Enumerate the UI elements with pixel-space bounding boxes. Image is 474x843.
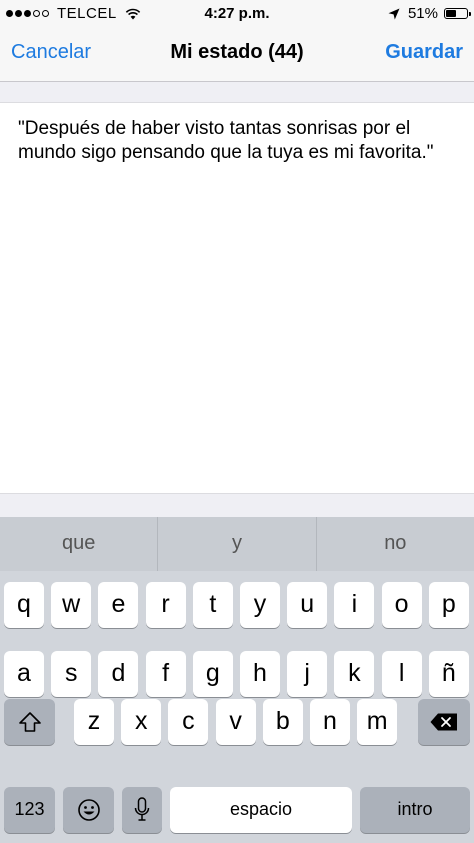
key-c[interactable]: c (168, 699, 209, 745)
suggestion-1[interactable]: que (0, 517, 157, 571)
signal-dot (42, 10, 49, 17)
predictive-bar: que y no (0, 517, 474, 571)
key-m[interactable]: m (357, 699, 398, 745)
signal-dot (6, 10, 13, 17)
key-w[interactable]: w (51, 582, 92, 628)
key-v[interactable]: v (215, 699, 256, 745)
key-f[interactable]: f (145, 651, 186, 697)
return-key-label: intro (397, 799, 433, 819)
space-key[interactable]: espacio (170, 787, 352, 833)
key-h[interactable]: h (240, 651, 280, 697)
battery-percent: 51% (407, 5, 438, 22)
key-i[interactable]: i (334, 582, 375, 628)
battery-fill (446, 10, 456, 17)
keyboard: que y no qwertyuiop asdfghjklñ zxcvbnm 123 (0, 517, 474, 843)
space-key-label: espacio (229, 799, 293, 819)
key-e[interactable]: e (98, 582, 139, 628)
key-q[interactable]: q (4, 582, 44, 628)
suggestion-3[interactable]: no (315, 517, 474, 571)
wifi-icon (125, 8, 140, 19)
section-gap (0, 82, 474, 102)
return-key[interactable]: intro (360, 787, 470, 833)
battery-nub (469, 12, 471, 16)
key-g[interactable]: g (192, 651, 233, 697)
key-s[interactable]: s (51, 651, 92, 697)
signal-dot (33, 10, 40, 17)
navigation-bar: Cancelar Mi estado (44) Guardar (0, 28, 474, 82)
signal-dot (15, 10, 22, 17)
suggestion-2[interactable]: y (157, 517, 315, 571)
cancel-button[interactable]: Cancelar (11, 41, 91, 64)
key-t[interactable]: t (192, 582, 233, 628)
signal-strength (6, 10, 51, 17)
key-a[interactable]: a (4, 651, 44, 697)
key-j[interactable]: j (287, 651, 328, 697)
status-text-area[interactable]: "Después de haber visto tantas sonrisas … (0, 102, 474, 494)
key-b[interactable]: b (262, 699, 303, 745)
status-bar: TELCEL 4:27 p.m. 51% (0, 0, 474, 28)
key-z[interactable]: z (74, 699, 114, 745)
battery-icon (444, 8, 471, 19)
key-ñ[interactable]: ñ (428, 651, 469, 697)
status-left: TELCEL (6, 5, 141, 22)
key-d[interactable]: d (98, 651, 139, 697)
shift-key[interactable] (4, 699, 55, 745)
backspace-icon (430, 713, 457, 731)
carrier-name: TELCEL (57, 5, 117, 22)
numbers-key-label: 123 (14, 799, 45, 819)
key-u[interactable]: u (287, 582, 328, 628)
location-arrow-icon (388, 8, 400, 19)
key-p[interactable]: p (428, 582, 469, 628)
signal-dot (24, 10, 31, 17)
save-button[interactable]: Guardar (385, 41, 463, 64)
key-y[interactable]: y (240, 582, 280, 628)
key-k[interactable]: k (334, 651, 375, 697)
numbers-key[interactable]: 123 (4, 787, 55, 833)
status-right: 51% (388, 5, 471, 22)
key-o[interactable]: o (381, 582, 422, 628)
key-n[interactable]: n (310, 699, 350, 745)
emoji-icon (77, 799, 100, 821)
microphone-key[interactable] (122, 787, 162, 833)
status-text[interactable]: "Después de haber visto tantas sonrisas … (18, 117, 468, 165)
shift-icon (18, 712, 41, 732)
key-x[interactable]: x (121, 699, 162, 745)
microphone-icon (134, 797, 150, 821)
backspace-key[interactable] (418, 699, 470, 745)
emoji-key[interactable] (63, 787, 114, 833)
key-l[interactable]: l (381, 651, 422, 697)
key-r[interactable]: r (145, 582, 186, 628)
